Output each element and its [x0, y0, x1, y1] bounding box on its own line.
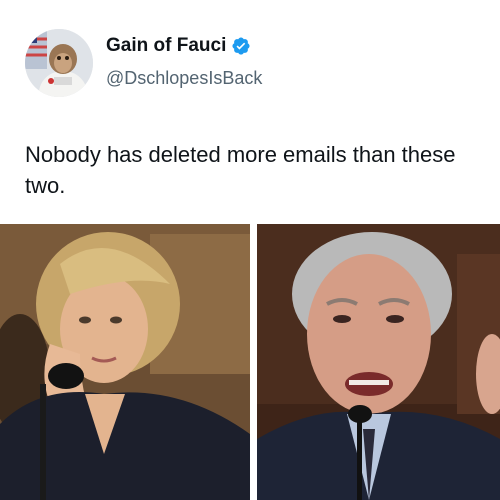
avatar[interactable]	[25, 29, 93, 97]
tweet-text: Nobody has deleted more emails than thes…	[25, 142, 456, 198]
user-handle[interactable]: @DschlopesIsBack	[106, 68, 262, 89]
verified-badge-icon	[231, 36, 251, 56]
tweet-header: Gain of Fauci @DschlopesIsBack	[25, 29, 475, 99]
media-grid	[0, 224, 500, 500]
photo-right-image[interactable]	[257, 224, 500, 500]
avatar-image	[25, 29, 93, 97]
name-row: Gain of Fauci	[106, 35, 251, 57]
photo-left-image[interactable]	[0, 224, 250, 500]
display-name[interactable]: Gain of Fauci	[106, 35, 226, 57]
